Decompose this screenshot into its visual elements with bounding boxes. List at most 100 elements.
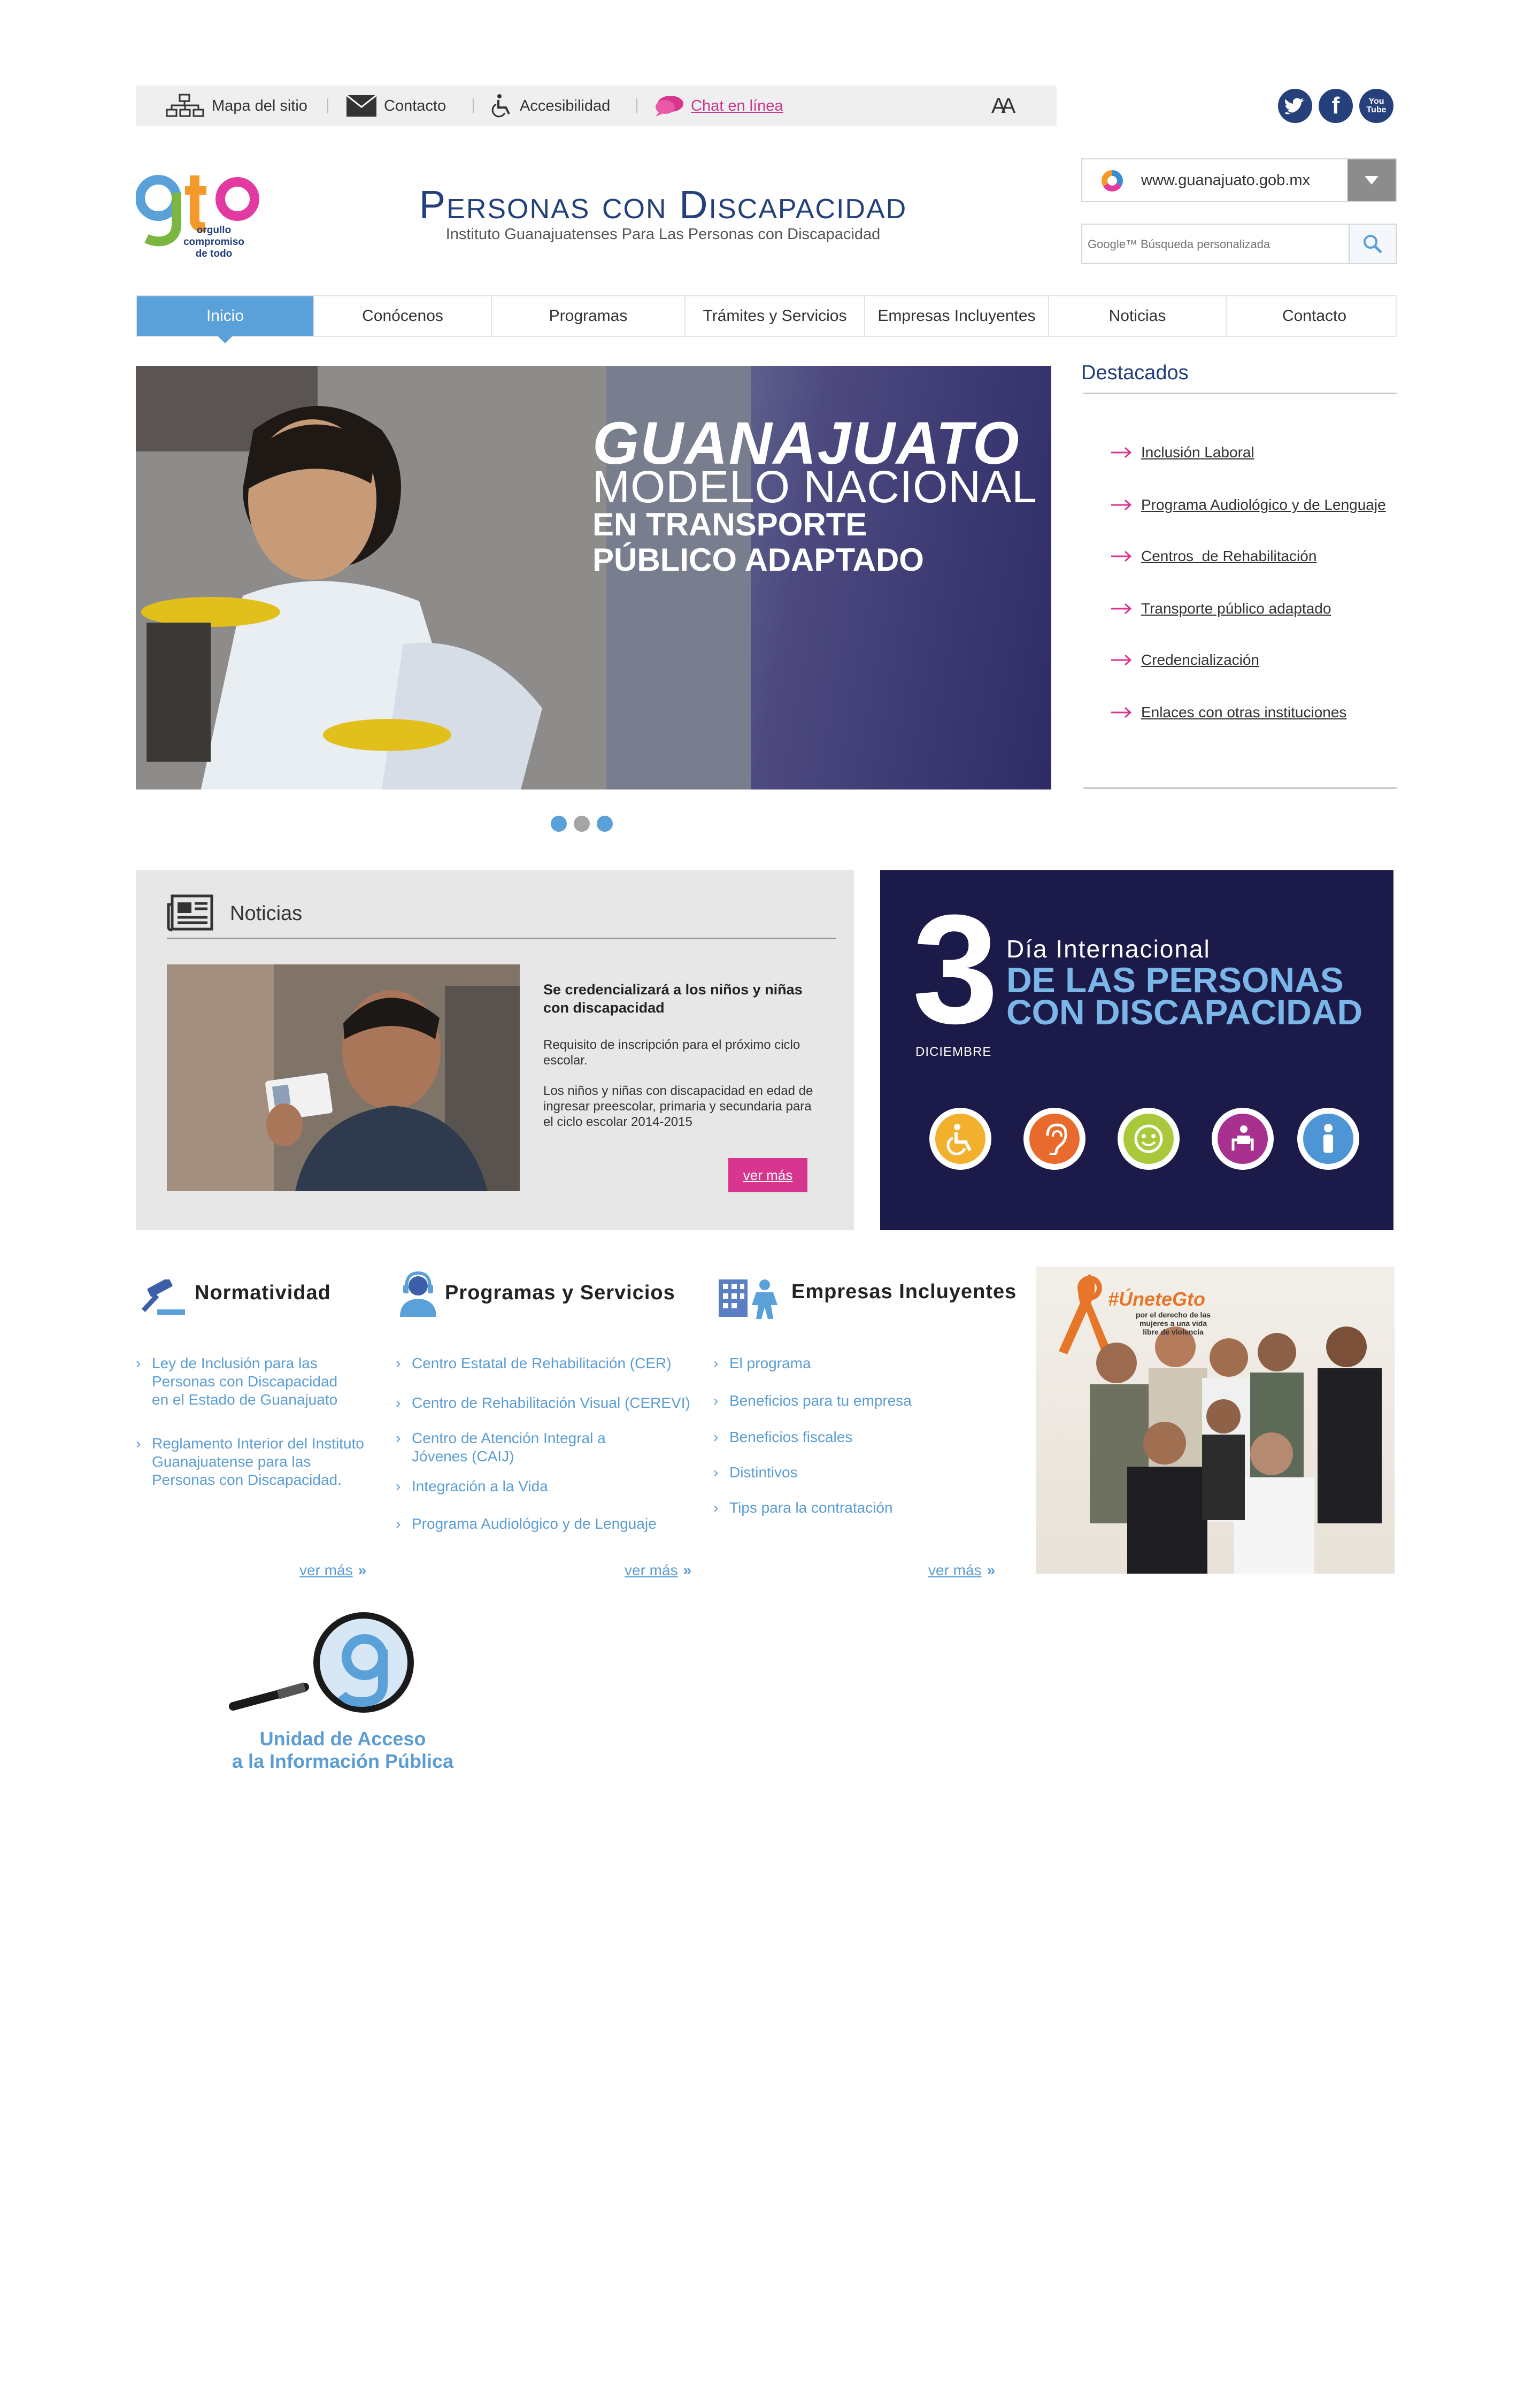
news-more-button[interactable]: ver más [728, 1158, 807, 1192]
destacado-link[interactable]: Inclusión Laboral [1110, 444, 1254, 461]
destacado-label: Transporte público adaptado [1141, 600, 1331, 617]
programas-link[interactable]: › Centro de Atención Integral a Jóvenes … [396, 1429, 647, 1466]
campaign-text-line: por el derecho de las [1135, 1310, 1211, 1319]
logo-tagline-line: de todo [195, 248, 233, 259]
site-title: Personas con Discapacidad [419, 182, 907, 227]
normatividad-more-link[interactable]: ver más » [299, 1562, 366, 1579]
reading-person-icon [1212, 1108, 1274, 1170]
wheelchair-icon [491, 94, 510, 118]
site-subtitle: Instituto Guanajuatenses Para Las Person… [445, 226, 881, 243]
empresas-link-label: Distintivos [729, 1464, 798, 1481]
portal-select[interactable]: www.guanajuato.gob.mx [1081, 158, 1397, 202]
campaign-hashtag: #ÚneteGto [1108, 1288, 1206, 1310]
arrow-right-icon [1111, 550, 1132, 562]
accessibility-link[interactable]: Accesibilidad [491, 86, 610, 126]
hero-subheading: MODELO NACIONAL [592, 462, 1037, 512]
chevron-right-icon: › [713, 1355, 719, 1371]
nav-item-contacto[interactable]: Contacto [1227, 296, 1402, 336]
news-headline[interactable]: Se credencializará a los niños y niñas c… [543, 980, 821, 1017]
normatividad-link[interactable]: › Reglamento Interior del Instituto Guan… [136, 1435, 376, 1489]
empresas-link[interactable]: › El programa [713, 1354, 1018, 1373]
day-banner-heading: CON DISCAPACIDAD [1006, 992, 1363, 1032]
facebook-icon[interactable]: f [1319, 89, 1353, 123]
hero-text: PÚBLICO ADAPTADO [592, 542, 924, 578]
search-button[interactable] [1349, 225, 1396, 263]
acceso-info-link[interactable]: a la Información Pública [206, 1750, 479, 1773]
youtube-icon[interactable]: You Tube [1359, 89, 1393, 123]
nav-item-programas[interactable]: Programas [492, 296, 686, 336]
empresas-link[interactable]: › Distintivos [713, 1463, 1018, 1482]
programas-link-label: Programa Audiológico y de Lenguaje [412, 1515, 657, 1532]
site-map-link[interactable]: Mapa del sitio [166, 86, 307, 126]
destacado-link[interactable]: Transporte público adaptado [1110, 600, 1331, 617]
news-photo[interactable] [167, 964, 520, 1191]
campaign-banner[interactable]: #ÚneteGto por el derecho de las mujeres … [1036, 1267, 1395, 1574]
slider-dot-1[interactable] [551, 816, 567, 832]
chevron-right-icon: › [396, 1394, 401, 1411]
day-number: 3 [912, 883, 999, 1056]
programas-link-label: Centro Estatal de Rehabilitación (CER) [412, 1355, 672, 1371]
empresas-link[interactable]: › Tips para la contratación [713, 1499, 1018, 1517]
arrow-right-icon [1111, 603, 1132, 615]
slider-dot-2[interactable] [574, 816, 590, 832]
font-size-toggle[interactable]: AA [991, 86, 1015, 126]
news-summary: Requisito de inscripción para el próximo… [543, 1038, 800, 1068]
chevron-right-icon: › [396, 1515, 401, 1532]
destacado-link[interactable]: Enlaces con otras instituciones [1110, 704, 1346, 721]
destacado-label: Credencialización [1141, 651, 1260, 668]
programas-link-label: Centro de Atención Integral a Jóvenes (C… [412, 1430, 606, 1465]
double-chevron-icon: » [683, 1562, 692, 1578]
main-nav: Inicio Conócenos Programas Trámites y Se… [136, 295, 1397, 343]
nav-item-inicio[interactable]: Inicio [137, 296, 314, 343]
acceso-info-link[interactable]: Unidad de Acceso [206, 1728, 479, 1750]
programas-link[interactable]: › Centro Estatal de Rehabilitación (CER) [396, 1354, 711, 1373]
day-banner[interactable]: 3 DICIEMBRE Día Internacional DE LAS PER… [880, 870, 1393, 1230]
twitter-icon[interactable] [1278, 89, 1312, 123]
empresas-link[interactable]: › Beneficios fiscales [713, 1428, 1018, 1446]
ver-mas-label: ver más [299, 1562, 353, 1578]
normatividad-link-label: Reglamento Interior del Instituto Guanaj… [152, 1435, 364, 1488]
chat-link[interactable]: Chat en línea [653, 86, 783, 126]
double-chevron-icon: » [987, 1562, 996, 1578]
nav-item-conocenos[interactable]: Conócenos [314, 296, 492, 336]
chevron-right-icon: › [713, 1499, 719, 1516]
empresas-link[interactable]: › Beneficios para tu empresa [713, 1392, 1018, 1410]
day-banner-title: Día Internacional [1006, 935, 1211, 963]
ver-mas-label: ver más [625, 1562, 678, 1578]
hero-banner[interactable]: GUANAJUATO MODELO NACIONAL EN TRANSPORTE… [136, 366, 1051, 789]
programas-link[interactable]: › Integración a la Vida [396, 1477, 711, 1496]
headset-agent-icon [400, 1271, 436, 1317]
contact-link[interactable]: Contacto [345, 86, 446, 126]
arrow-right-icon [1111, 654, 1132, 666]
campaign-text-line: mujeres a una vida [1139, 1319, 1207, 1328]
nav-item-noticias[interactable]: Noticias [1049, 296, 1227, 336]
search-input[interactable] [1087, 228, 1345, 261]
normatividad-link[interactable]: › Ley de Inclusión para las Personas con… [136, 1354, 355, 1409]
programas-link[interactable]: › Centro de Rehabilitación Visual (CEREV… [396, 1394, 711, 1412]
chevron-down-icon[interactable] [1348, 159, 1396, 201]
magnifier-logo-icon[interactable] [225, 1612, 428, 1730]
chat-bubble-icon [656, 96, 683, 117]
nav-item-tramites[interactable]: Trámites y Servicios [686, 296, 865, 336]
empresas-link-label: Beneficios fiscales [729, 1429, 853, 1445]
accessibility-label: Accesibilidad [520, 97, 611, 114]
slider-dot-3[interactable] [597, 816, 613, 832]
contact-label: Contacto [384, 97, 446, 114]
newspaper-icon [167, 894, 213, 932]
destacado-link[interactable]: Centros de Rehabilitación [1110, 548, 1316, 565]
arrow-right-icon [1111, 707, 1132, 718]
programas-more-link[interactable]: ver más » [625, 1562, 691, 1579]
nav-item-empresas[interactable]: Empresas Incluyentes [865, 296, 1049, 336]
programas-link[interactable]: › Programa Audiológico y de Lenguaje [396, 1515, 711, 1533]
chevron-right-icon: › [396, 1478, 401, 1494]
programas-link-label: Centro de Rehabilitación Visual (CEREVI) [412, 1394, 690, 1411]
double-chevron-icon: » [358, 1562, 367, 1578]
logo-tagline: orgullo compromiso de todo [182, 225, 246, 260]
divider [167, 938, 836, 939]
font-size-label: AA [991, 94, 1015, 118]
gto-logo[interactable]: orgullo compromiso de todo [135, 160, 270, 267]
chevron-right-icon: › [713, 1464, 719, 1481]
destacado-link[interactable]: Credencialización [1110, 651, 1259, 669]
empresas-more-link[interactable]: ver más » [928, 1562, 995, 1579]
destacado-link[interactable]: Programa Audiológico y de Lenguaje [1110, 496, 1386, 513]
